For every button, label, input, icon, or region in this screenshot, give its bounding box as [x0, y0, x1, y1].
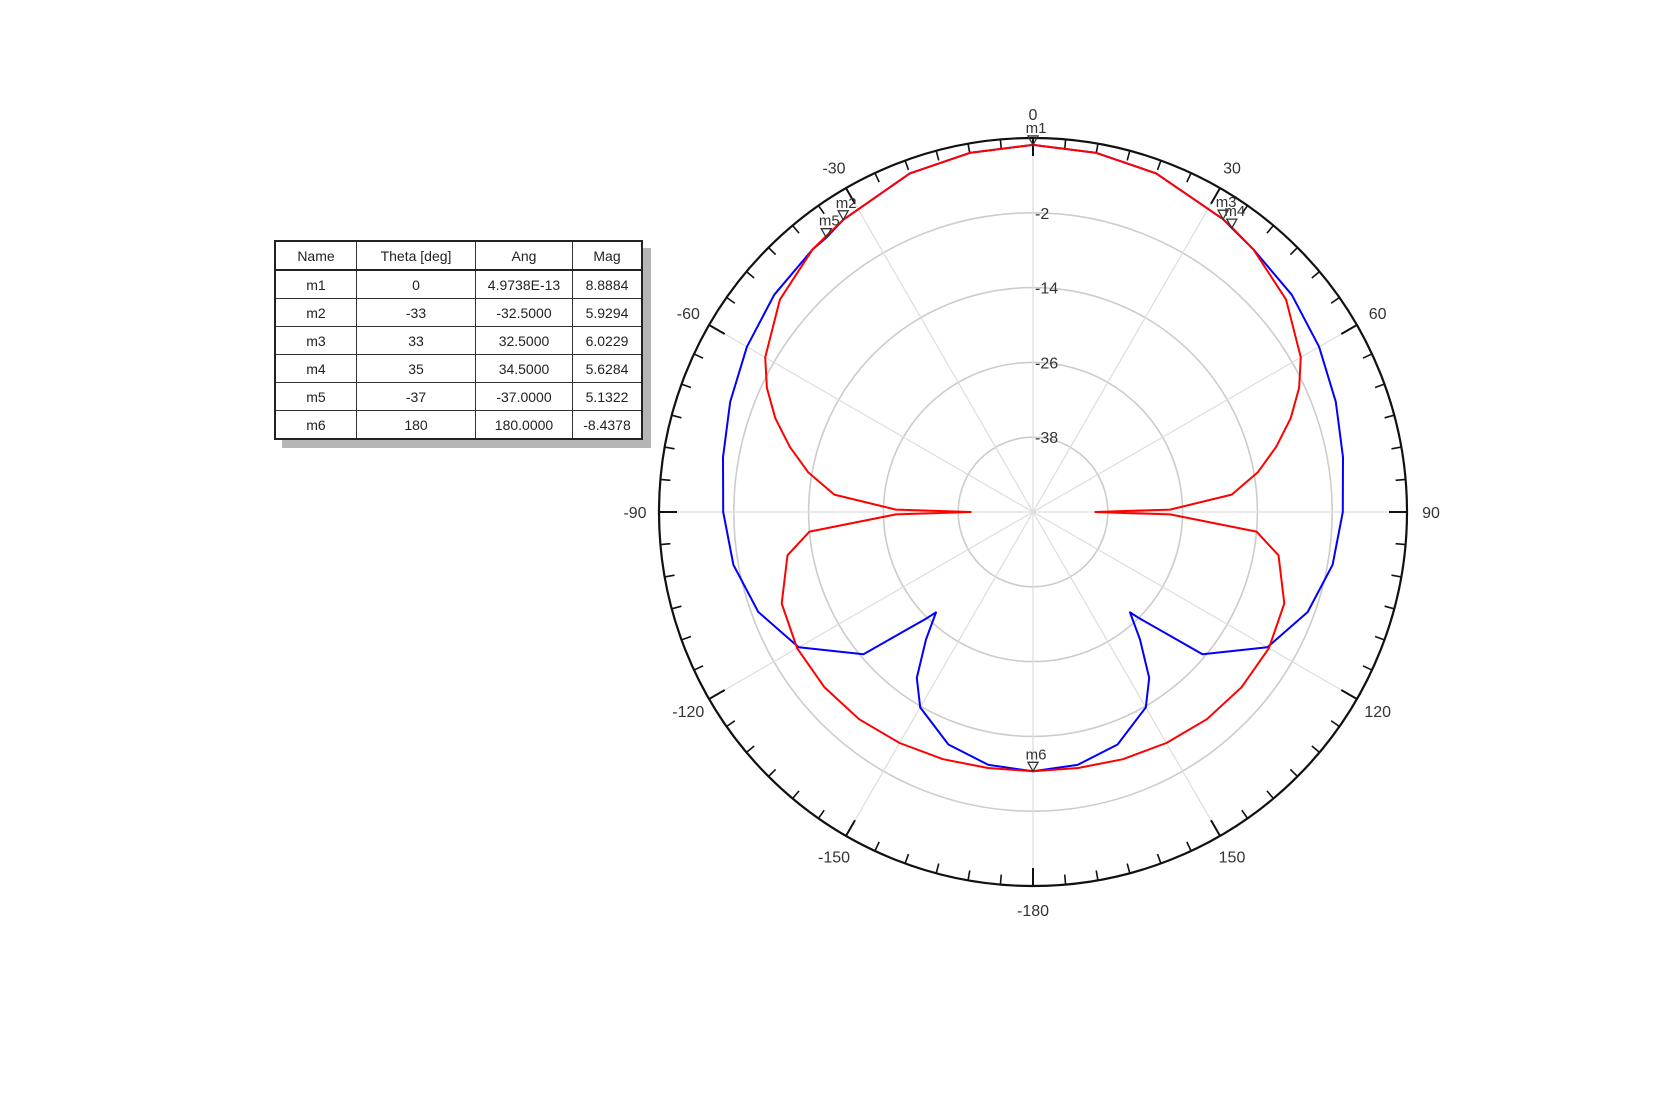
angle-tick [1395, 478, 1406, 482]
angle-tick [1362, 665, 1373, 671]
angle-tick [681, 383, 692, 389]
angle-spoke [708, 324, 1034, 513]
angle-tick [999, 139, 1003, 150]
angle-tick [1266, 790, 1275, 800]
angle-tick [1063, 139, 1067, 150]
radial-tick-label: -2 [1035, 206, 1049, 223]
angle-tick [1311, 745, 1321, 754]
angle-tick [693, 353, 704, 359]
angle-tick-label: -120 [672, 704, 704, 721]
angle-tick [874, 172, 880, 183]
angle-tick [935, 863, 940, 874]
angle-tick [791, 224, 800, 234]
angle-tick-label: 60 [1369, 306, 1387, 323]
angle-spoke [1032, 324, 1358, 513]
angle-tick [1289, 768, 1299, 778]
angle-tick [708, 689, 726, 700]
marker-label: m4 [1224, 203, 1245, 220]
angle-tick [1330, 296, 1340, 304]
angle-tick [726, 296, 736, 304]
angle-tick [1395, 542, 1406, 546]
angle-tick-label: -150 [818, 850, 850, 867]
angle-tick [726, 720, 736, 728]
angle-tick [1362, 353, 1373, 359]
angle-tick [1241, 809, 1249, 819]
angle-tick [671, 414, 682, 419]
angle-tick [1063, 874, 1067, 885]
angle-tick [1330, 720, 1340, 728]
angle-tick [967, 870, 971, 881]
angle-tick [845, 819, 856, 837]
angle-tick [1186, 172, 1192, 183]
polar-plot: m1m2 m3m4m5m6 0306090120150-180-150-120-9… [623, 107, 1440, 920]
angle-spoke [708, 511, 1034, 700]
angle-spoke [845, 511, 1034, 837]
angle-tick-label: 0 [1029, 107, 1038, 124]
angle-tick [767, 246, 777, 256]
marker-label: m2 [836, 195, 857, 212]
angle-tick [671, 605, 682, 610]
angle-tick [904, 853, 910, 864]
angle-tick [693, 665, 704, 671]
angle-tick [1289, 246, 1299, 256]
angle-tick [660, 542, 671, 546]
angle-spoke [1032, 187, 1221, 513]
angle-tick-label: 150 [1219, 850, 1246, 867]
angle-tick [1340, 689, 1358, 700]
angle-tick [874, 841, 880, 852]
angle-tick [1374, 635, 1385, 641]
angle-tick [1095, 870, 1099, 881]
angle-tick [664, 446, 675, 450]
angle-tick-label: -180 [1017, 903, 1049, 920]
angle-tick [1156, 160, 1162, 171]
angle-tick-label: -60 [677, 306, 700, 323]
angle-tick [708, 324, 726, 335]
angle-tick [1266, 224, 1275, 234]
angle-tick-label: -90 [623, 505, 646, 522]
angle-tick [1126, 150, 1131, 161]
marker-label: m6 [1026, 746, 1047, 763]
angle-spoke [1032, 511, 1221, 837]
angle-tick [1156, 853, 1162, 864]
angle-tick-label: 30 [1223, 160, 1241, 177]
angle-tick [745, 270, 755, 279]
angle-tick [767, 768, 777, 778]
angle-tick [1210, 819, 1221, 837]
angle-spoke [845, 187, 1034, 513]
angle-tick [1126, 863, 1131, 874]
angle-tick-label: 120 [1364, 704, 1391, 721]
plot-markers: m1m2 m3m4m5m6 [819, 120, 1245, 773]
angle-tick [745, 745, 755, 754]
angle-tick [935, 150, 940, 161]
angle-tick [999, 874, 1003, 885]
radial-tick-label: -38 [1035, 430, 1058, 447]
angle-tick [664, 574, 675, 578]
angle-tick [1391, 446, 1402, 450]
angle-tick [1340, 324, 1358, 335]
marker-label: m5 [819, 213, 840, 230]
angle-tick-label: -30 [822, 160, 845, 177]
angle-tick [791, 790, 800, 800]
angle-tick [660, 478, 671, 482]
angle-tick [1311, 270, 1321, 279]
angle-tick [1186, 841, 1192, 852]
angle-spoke [1032, 511, 1358, 700]
angle-tick [1384, 605, 1395, 610]
radial-tick-label: -14 [1035, 281, 1058, 298]
angle-tick [904, 160, 910, 171]
angle-tick-label: 90 [1422, 505, 1440, 522]
radial-tick-label: -26 [1035, 355, 1058, 372]
angle-tick [681, 635, 692, 641]
angle-tick [817, 809, 825, 819]
angle-tick [1374, 383, 1385, 389]
angle-tick [1384, 414, 1395, 419]
angle-tick [1391, 574, 1402, 578]
